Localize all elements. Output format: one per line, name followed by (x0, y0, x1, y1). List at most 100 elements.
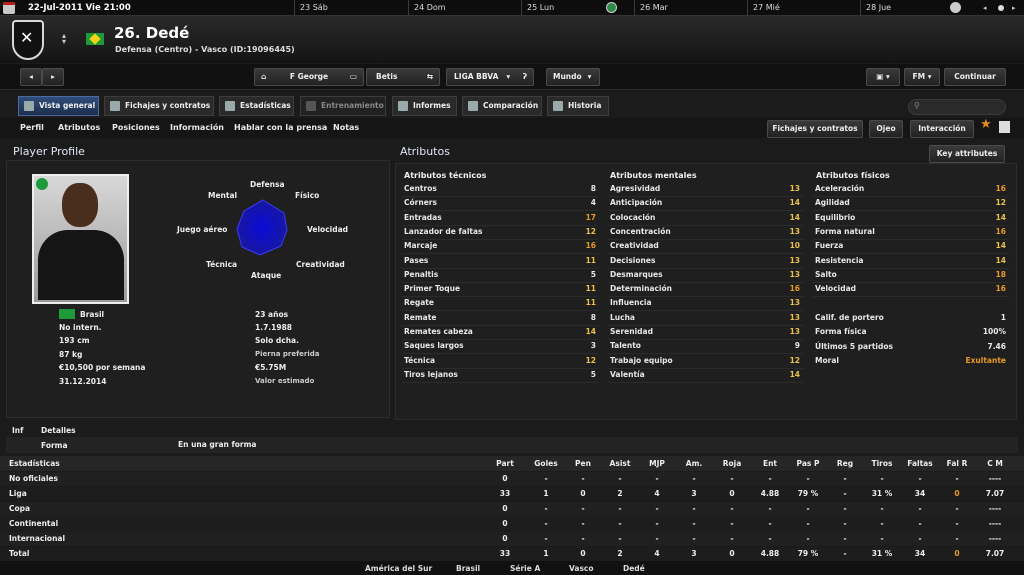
match-icon[interactable] (606, 2, 617, 13)
table-cell: - (768, 474, 772, 483)
stats-column-header[interactable]: Reg (825, 459, 865, 468)
attribute-value: 13 (789, 327, 800, 336)
continue-button[interactable]: Continuar (944, 68, 1006, 86)
tab-training[interactable]: Entrenamiento (300, 96, 386, 116)
breadcrumb-item[interactable]: Brasil (456, 564, 480, 573)
stats-column-header[interactable]: Tiros (862, 459, 902, 468)
prev-icon[interactable]: ◂ (983, 4, 991, 12)
table-cell: - (843, 534, 847, 543)
stats-column-header[interactable]: Pen (563, 459, 603, 468)
attribute-name: Agresividad (610, 184, 661, 193)
tab-contracts[interactable]: Fichajes y contratos (104, 96, 214, 116)
form-label: Forma (41, 441, 68, 450)
subnav-profile[interactable]: Perfil (20, 123, 44, 132)
calendar-icon[interactable] (3, 2, 15, 14)
stats-column-header[interactable]: Asist (600, 459, 640, 468)
table-cell: - (918, 474, 922, 483)
subnav-press[interactable]: Hablar con la prensa (234, 123, 327, 132)
back-button[interactable]: ◂ (20, 68, 42, 86)
club-button[interactable]: Betis ⇆ (366, 68, 440, 86)
tab-reports[interactable]: Informes (392, 96, 457, 116)
attribute-value: 5 (590, 269, 596, 279)
stats-column-header[interactable]: Fal R (937, 459, 977, 468)
attribute-value: 5 (590, 369, 596, 379)
table-cell: ---- (988, 474, 1002, 483)
breadcrumb-item[interactable]: Série A (510, 564, 540, 573)
calendar-day[interactable]: 28 Jue (866, 3, 891, 12)
notes-icon[interactable] (999, 121, 1010, 133)
info-nation[interactable]: Brasil (80, 310, 104, 319)
match-icon[interactable] (950, 2, 961, 13)
scout-button[interactable]: Ojeo (869, 120, 903, 138)
stats-column-header[interactable]: Goles (526, 459, 566, 468)
calendar-day[interactable]: 23 Sáb (300, 3, 328, 12)
row-divider (608, 324, 804, 326)
league-button[interactable]: LIGA BBVA ▾ ʔ (446, 68, 534, 86)
contracts-button[interactable]: Fichajes y contratos (767, 120, 863, 138)
form-row (6, 437, 1018, 453)
forward-button[interactable]: ▸ (42, 68, 64, 86)
row-divider (813, 196, 1009, 197)
table-cell: - (880, 519, 884, 528)
fm-label: FM (912, 72, 926, 81)
manager-button[interactable]: ⌂ F George ▭ (254, 68, 364, 86)
table-cell: 0 (729, 549, 735, 558)
tab-details[interactable]: Detalles (41, 426, 76, 435)
tab-overview[interactable]: Vista general (18, 96, 99, 116)
tab-statistics[interactable]: Estadísticas (219, 96, 294, 116)
attribute-value: 7.46 (987, 341, 1006, 351)
attribute-value: 13 (789, 298, 800, 308)
stats-column-header[interactable]: Faltas (900, 459, 940, 468)
stats-column-header[interactable]: C M (975, 459, 1015, 468)
tab-inf[interactable]: Inf (12, 426, 23, 435)
stats-column-header[interactable]: Roja (712, 459, 752, 468)
attribute-name: Influencia (610, 298, 652, 308)
table-cell: - (692, 504, 696, 513)
stats-column-header[interactable]: Estadísticas (9, 459, 60, 468)
player-switch-icon[interactable]: ▴ ▾ (62, 32, 66, 46)
breadcrumb-item[interactable]: Dedé (623, 564, 645, 573)
attribute-value: 16 (995, 226, 1006, 236)
search-input[interactable]: ⚲ (908, 99, 1006, 115)
subnav-information[interactable]: Información (170, 123, 224, 132)
stats-column-header[interactable]: Part (485, 459, 525, 468)
fm-menu-button[interactable]: FM ▾ (904, 68, 940, 86)
tab-comparison[interactable]: Comparación (462, 96, 542, 116)
player-face (62, 183, 98, 227)
view-menu-button[interactable]: ▣ ▾ (866, 68, 900, 86)
row-divider (608, 310, 804, 312)
tab-label: Entrenamiento (321, 101, 384, 110)
calendar-day[interactable]: 27 Mié (753, 3, 780, 12)
stats-column-header[interactable]: Am. (674, 459, 714, 468)
calendar-day[interactable]: 26 Mar (640, 3, 668, 12)
today-icon[interactable] (998, 5, 1004, 11)
attribute-value: 100% (982, 327, 1006, 337)
subnav-notes[interactable]: Notas (333, 123, 359, 132)
table-cell: 79 % (797, 549, 819, 558)
row-divider (608, 224, 804, 226)
breadcrumb-item[interactable]: Vasco (569, 564, 594, 573)
subnav-attributes[interactable]: Atributos (58, 123, 100, 132)
calendar-day[interactable]: 24 Dom (414, 3, 446, 12)
training-icon (306, 101, 316, 111)
subnav-positions[interactable]: Posiciones (112, 123, 160, 132)
stats-column-header[interactable]: Pas P (788, 459, 828, 468)
world-button[interactable]: Mundo ▾ (546, 68, 600, 86)
table-cell: - (730, 504, 734, 513)
table-cell: 7.07 (985, 489, 1005, 498)
radar-label: Físico (295, 191, 320, 200)
breadcrumb-item[interactable]: América del Sur (365, 564, 432, 573)
attribute-value: 3 (590, 341, 596, 351)
attribute-value: 16 (789, 284, 800, 294)
star-icon[interactable]: ★ (980, 117, 992, 132)
key-attributes-button[interactable]: Key attributes (929, 145, 1005, 163)
tab-history[interactable]: Historia (547, 96, 609, 116)
stats-column-header[interactable]: Ent (750, 459, 790, 468)
row-divider (608, 381, 804, 383)
next-icon[interactable]: ▸ (1012, 4, 1020, 12)
calendar-day[interactable]: 25 Lun (527, 3, 554, 12)
interact-button[interactable]: Interacción (910, 120, 974, 138)
stats-column-header[interactable]: MJP (637, 459, 677, 468)
table-cell: 34 (914, 549, 926, 558)
table-cell: 0 (502, 504, 508, 513)
